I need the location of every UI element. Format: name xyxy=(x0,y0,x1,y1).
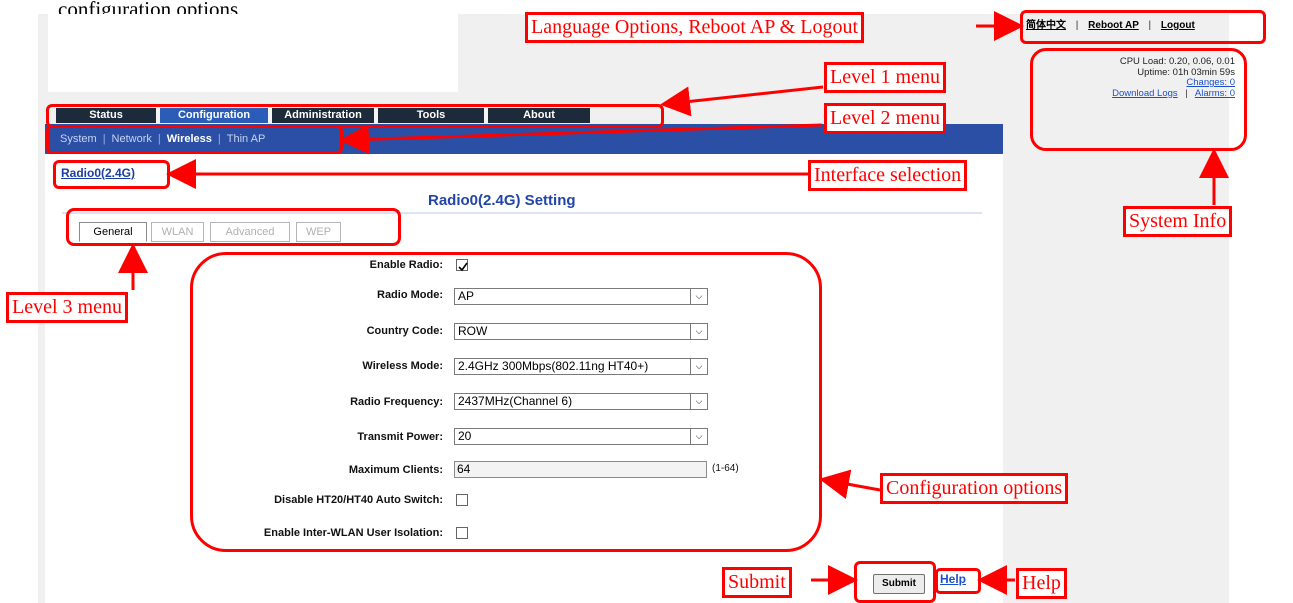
callout-interface: Interface selection xyxy=(808,160,968,191)
callout-config: Configuration options xyxy=(880,473,1069,504)
callout-help: Help xyxy=(1016,568,1067,599)
arrow-level2 xyxy=(339,123,823,155)
annotation-arrows xyxy=(118,11,1229,595)
arrow-config xyxy=(819,469,881,500)
callout-top-links: Language Options, Reboot AP & Logout xyxy=(525,12,865,43)
callout-level2: Level 2 menu xyxy=(824,103,946,134)
callout-system-info: System Info xyxy=(1123,206,1233,237)
callout-level3: Level 3 menu xyxy=(6,292,128,323)
callout-level1: Level 1 menu xyxy=(824,62,946,93)
arrow-level1 xyxy=(660,85,824,117)
callout-submit: Submit xyxy=(722,567,792,598)
